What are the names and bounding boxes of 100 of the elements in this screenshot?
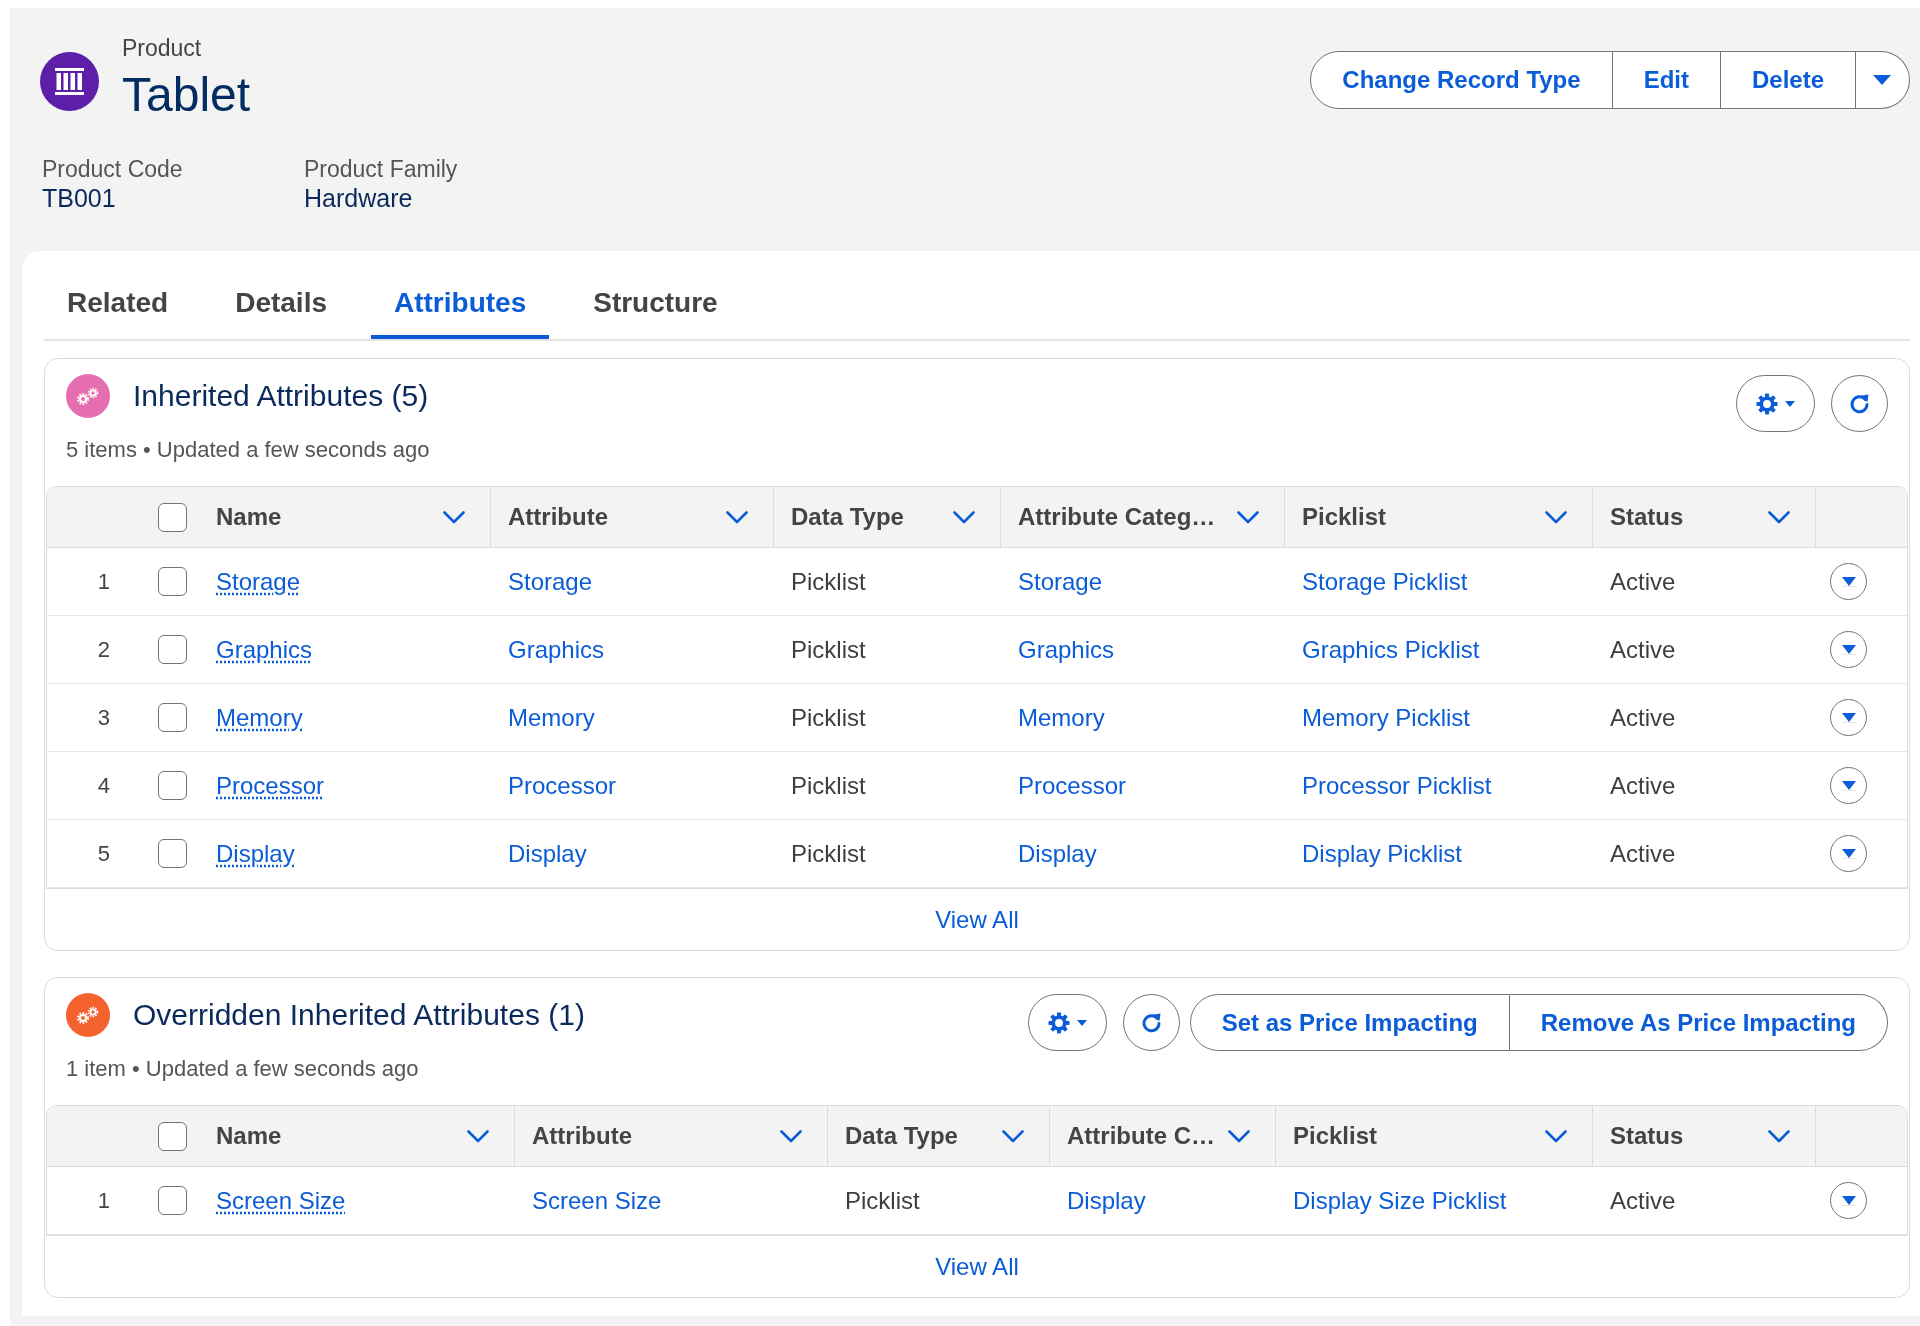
view-all-link[interactable]: View All <box>935 1252 1019 1281</box>
table-link[interactable]: Graphics <box>1018 635 1115 664</box>
table-cell: Active <box>1610 771 1676 800</box>
field-value: TB001 <box>42 183 116 213</box>
column-header[interactable]: Name <box>216 503 282 531</box>
chevron-down-icon[interactable] <box>1545 510 1567 524</box>
tab[interactable]: Details <box>212 271 350 339</box>
column-header[interactable]: Name <box>216 1122 282 1150</box>
caret-icon <box>1873 75 1891 85</box>
table-link[interactable]: Storage <box>1018 567 1103 596</box>
caret-icon <box>1841 848 1856 859</box>
table-link[interactable]: Screen Size <box>216 1186 346 1215</box>
table-cell: Active <box>1610 839 1676 868</box>
row-number: 4 <box>97 772 110 799</box>
table-link[interactable]: Display <box>216 839 295 868</box>
table-link[interactable]: Display Size Picklist <box>1293 1186 1507 1215</box>
refresh-button[interactable] <box>1122 994 1180 1051</box>
checkbox[interactable] <box>157 839 187 868</box>
checkbox[interactable] <box>157 567 187 596</box>
table-link[interactable]: Processor <box>216 771 325 800</box>
table-link[interactable]: Processor Picklist <box>1302 771 1492 800</box>
checkbox[interactable] <box>157 1121 187 1151</box>
checkbox[interactable] <box>157 502 187 532</box>
tab[interactable]: Attributes <box>371 271 550 339</box>
chevron-down-icon[interactable] <box>1768 1129 1790 1143</box>
action-button[interactable]: Set as Price Impacting <box>1189 994 1510 1051</box>
object-type-label: Product <box>122 34 202 62</box>
action-button[interactable]: Remove As Price Impacting <box>1509 994 1888 1051</box>
table-link[interactable]: Graphics Picklist <box>1302 635 1480 664</box>
field-value: Hardware <box>304 183 413 213</box>
column-header[interactable]: Picklist <box>1293 1122 1378 1150</box>
column-header[interactable]: Picklist <box>1302 503 1387 531</box>
table-link[interactable]: Display <box>508 839 587 868</box>
table-link[interactable]: Processor <box>1018 771 1127 800</box>
tab[interactable]: Related <box>44 271 192 339</box>
table-cell: Active <box>1610 703 1676 732</box>
chevron-down-icon[interactable] <box>1545 1129 1567 1143</box>
table-link[interactable]: Display Picklist <box>1302 839 1463 868</box>
action-button[interactable]: Delete <box>1720 51 1856 109</box>
row-actions-button[interactable] <box>1830 631 1867 668</box>
settings-button[interactable] <box>1736 375 1815 432</box>
bars-icon <box>40 52 99 111</box>
chevron-down-icon[interactable] <box>953 510 975 524</box>
table-link[interactable]: Memory <box>1018 703 1105 732</box>
menu-button[interactable] <box>1856 51 1910 109</box>
checkbox[interactable] <box>157 1186 187 1215</box>
chevron-down-icon[interactable] <box>443 510 465 524</box>
checkbox[interactable] <box>157 703 187 732</box>
table-link[interactable]: Memory <box>216 703 303 732</box>
column-header[interactable]: Attribute Categ… <box>1018 503 1216 531</box>
row-actions-button[interactable] <box>1830 1182 1867 1219</box>
action-button[interactable]: Change Record Type <box>1310 51 1613 109</box>
caret-icon <box>1841 712 1856 723</box>
column-header[interactable]: Attribute C… <box>1067 1122 1215 1150</box>
column-header[interactable]: Status <box>1610 503 1684 531</box>
column-header[interactable]: Data Type <box>845 1122 958 1150</box>
caret-icon <box>1841 644 1856 655</box>
card-meta: 5 items • Updated a few seconds ago <box>66 436 431 464</box>
chevron-down-icon[interactable] <box>726 510 748 524</box>
tab[interactable]: Structure <box>570 271 741 339</box>
table-link[interactable]: Display <box>1067 1186 1146 1215</box>
chevron-down-icon[interactable] <box>1228 1129 1250 1143</box>
refresh-button[interactable] <box>1831 375 1888 432</box>
chevron-down-icon[interactable] <box>467 1129 489 1143</box>
column-header[interactable]: Data Type <box>791 503 904 531</box>
row-actions-button[interactable] <box>1830 563 1867 600</box>
action-button[interactable]: Edit <box>1612 51 1721 109</box>
table-link[interactable]: Memory Picklist <box>1302 703 1470 732</box>
chevron-down-icon[interactable] <box>780 1129 802 1143</box>
column-header[interactable]: Attribute <box>532 1122 632 1150</box>
checkbox[interactable] <box>157 771 187 800</box>
chevron-down-icon[interactable] <box>1237 510 1259 524</box>
row-actions-button[interactable] <box>1830 699 1867 736</box>
settings-button[interactable] <box>1027 994 1107 1051</box>
table-link[interactable]: Screen Size <box>532 1186 662 1215</box>
table-link[interactable]: Display <box>1018 839 1097 868</box>
card-title: Overridden Inherited Attributes (1) <box>133 997 585 1033</box>
chevron-down-icon[interactable] <box>1768 510 1790 524</box>
checkbox[interactable] <box>157 635 187 664</box>
column-header[interactable]: Status <box>1610 1122 1684 1150</box>
table-link[interactable]: Graphics <box>216 635 313 664</box>
row-number: 3 <box>97 704 110 731</box>
table-link[interactable]: Graphics <box>508 635 605 664</box>
row-actions-button[interactable] <box>1830 767 1867 804</box>
row-number: 5 <box>97 840 110 867</box>
table-link[interactable]: Storage Picklist <box>1302 567 1468 596</box>
card-meta: 1 item • Updated a few seconds ago <box>66 1055 420 1083</box>
table-cell: Active <box>1610 635 1676 664</box>
table-link[interactable]: Storage <box>508 567 593 596</box>
column-header[interactable]: Attribute <box>508 503 608 531</box>
view-all-link[interactable]: View All <box>935 905 1019 934</box>
chevron-down-icon[interactable] <box>1002 1129 1024 1143</box>
caret-icon <box>1785 400 1795 407</box>
field-label: Product Code <box>42 155 183 183</box>
table-link[interactable]: Processor <box>508 771 617 800</box>
record-title: Tablet <box>122 67 251 123</box>
table-link[interactable]: Storage <box>216 567 301 596</box>
caret-icon <box>1841 780 1856 791</box>
table-link[interactable]: Memory <box>508 703 595 732</box>
row-actions-button[interactable] <box>1830 835 1867 872</box>
